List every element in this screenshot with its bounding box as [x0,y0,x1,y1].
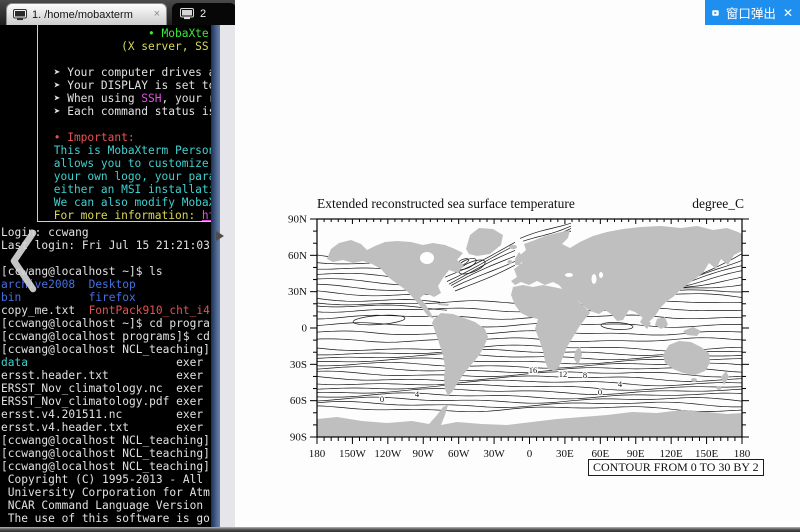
terminal-line: your own logo, your para [47,170,211,183]
y-axis-tick-label: 30S [290,359,307,371]
tab-label: 2 [200,8,206,20]
sst-contour-map: 161284040 180150W120W90W60W30W030E60E90E… [280,190,800,490]
x-axis-tick-label: 180 [309,448,326,460]
terminal-line: either an MSI installati [47,183,211,196]
tab-bar: 1. /home/mobaxterm × 2 [0,0,235,25]
terminal-line [47,53,211,66]
terminal-line: ➤ Each command status is [47,105,211,118]
collapse-left-chevron-icon[interactable] [5,228,41,294]
terminal-line: ERSST_Nov_climatology.pdf exer [1,395,211,408]
terminal-line: [ccwang@localhost NCL_teaching] [1,460,211,473]
mobaxterm-banner-box: • MobaXte (X server, SS ➤ Your computer … [37,25,211,222]
contour-label: 16 [529,365,538,375]
terminal-line: We can also modify MobaX [47,196,211,209]
terminal-line: ersst.v4.201511.nc exer [1,408,211,421]
window-popup-button[interactable]: 窗口弹出 ✕ [705,0,800,25]
panel-divider[interactable] [220,25,235,527]
y-axis-tick-label: 60S [290,395,307,407]
terminal-line: This is MobaXterm Person [47,144,211,157]
terminal-line: Copyright (C) 1995-2013 - All [1,473,211,486]
x-axis-tick-label: 60W [448,448,470,460]
land-masses [317,226,742,437]
x-axis-tick-label: 90W [413,448,435,460]
plot-title-row: Extended reconstructed sea surface tempe… [317,196,744,212]
terminal-line: • MobaXte [47,27,211,40]
terminal-line: • Important: [47,131,211,144]
contour-info-box: CONTOUR FROM 0 TO 30 BY 2 [588,459,764,476]
terminal-monitor-icon [180,8,194,20]
contour-line [317,323,742,328]
contour-label: 8 [583,370,587,380]
terminal-line: [ccwang@localhost NCL_teaching] [1,447,211,460]
tab-2[interactable]: 2 [172,3,236,25]
terminal-line [47,118,211,131]
tab-label: 1. /home/mobaxterm [32,9,149,21]
terminal-line: [ccwang@localhost ~]$ cd progra [1,317,211,330]
contour-label: 4 [415,389,420,399]
plot-title: Extended reconstructed sea surface tempe… [317,196,575,212]
contour-label: 12 [559,369,568,379]
popup-close-icon[interactable]: ✕ [783,6,793,20]
play-popup-icon [712,7,719,19]
terminal-line: ➤ When using SSH, your re [47,92,211,105]
popup-button-label: 窗口弹出 [726,3,776,22]
x-axis-tick-label: 150W [339,448,367,460]
terminal-line: [ccwang@localhost programs]$ cd [1,330,211,343]
contour-label: 4 [618,379,623,389]
terminal-line: ➤ Your DISPLAY is set to [47,79,211,92]
terminal-line: [ccwang@localhost NCL_teaching] [1,343,211,356]
terminal-line: ersst.header.txt exer [1,369,211,382]
y-axis-tick-label: 90N [288,214,307,226]
terminal-line: copy_me.txt FontPack910_cht_i4 [1,304,211,317]
contour-line [317,376,742,381]
plot-units: degree_C [692,196,744,212]
terminal-line: ➤ Your computer drives a [47,66,211,79]
terminal-monitor-icon [13,9,27,21]
terminal-line: (X server, SS [47,40,211,53]
screen: 1. /home/mobaxterm × 2 • MobaXte (X serv… [0,0,800,532]
contour-label: 0 [598,387,602,397]
expand-panel-arrow-icon[interactable] [216,231,224,241]
y-axis-tick-label: 30N [288,286,307,298]
terminal-line: allows you to customize [47,157,211,170]
terminal-line: [ccwang@localhost NCL_teaching] [1,434,211,447]
terminal-line: ersst.v4.header.txt exer [1,421,211,434]
x-axis-tick-label: 30W [483,448,505,460]
tab-home-mobaxterm[interactable]: 1. /home/mobaxterm × [6,3,167,25]
x-axis-tick-label: 30E [556,448,574,460]
terminal-line: For more information: ht [47,209,211,222]
y-axis-tick-label: 60N [288,250,307,262]
terminal-line: ERSST_Nov_climatology.nc exer [1,382,211,395]
x-axis-tick-label: 120W [374,448,402,460]
terminal-line: data exer [1,356,211,369]
contour-line [665,294,742,298]
contour-label: 0 [380,394,384,404]
terminal-line: NCAR Command Language Version [1,499,211,512]
contour-line [601,322,633,331]
tab-close-icon[interactable]: × [154,9,160,20]
y-axis-tick-label: 90S [290,432,307,444]
x-axis-tick-label: 0 [527,448,533,460]
terminal-scroll-strip[interactable] [211,25,220,527]
terminal-line: The use of this software is go [1,512,211,525]
terminal-line: University Corporation for Atm [1,486,211,499]
y-axis-tick-label: 0 [302,323,308,335]
contour-line [317,331,742,335]
bottom-window-edge [0,527,800,532]
